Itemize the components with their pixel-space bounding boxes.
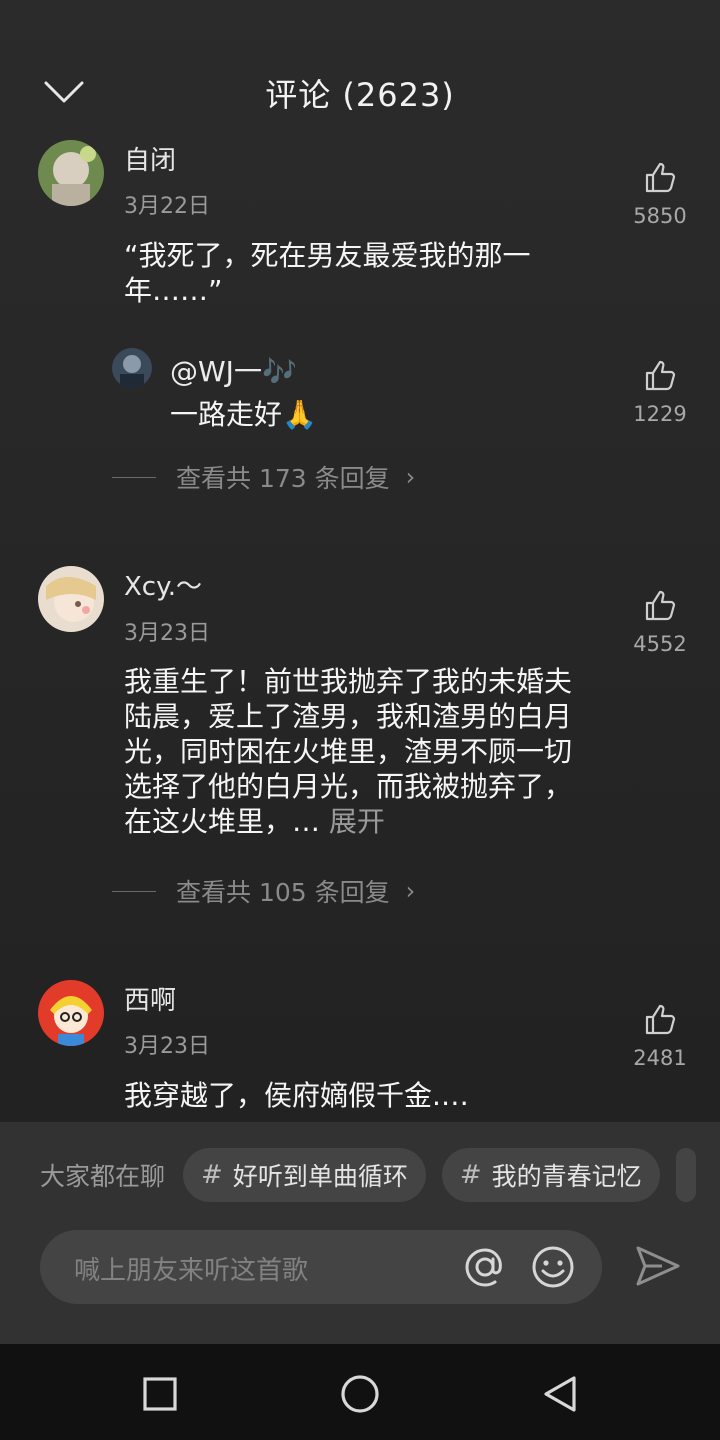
hashtag-icon: # [459, 1160, 482, 1190]
like-count: 5850 [633, 204, 687, 228]
comment-input-panel: 大家都在聊 # 好听到单曲循环 # 我的青春记忆 喊上朋友来听这首歌 [0, 1122, 720, 1344]
header: 评论 (2623) [0, 0, 720, 130]
send-icon[interactable] [632, 1240, 684, 1292]
comment-content[interactable]: 我穿越了，侯府嫡假千金.… [124, 1078, 594, 1113]
hashtag-icon: # [201, 1160, 223, 1190]
reply-avatar[interactable] [112, 348, 152, 388]
like-count: 2481 [633, 1046, 687, 1070]
like-count: 1229 [633, 402, 687, 426]
topics-label: 大家都在聊 [40, 1162, 166, 1191]
thumbs-up-icon [645, 590, 676, 621]
reply-username[interactable]: @WJ一🎶 [170, 350, 297, 390]
like-button[interactable]: 2481 [615, 1002, 705, 1070]
comment-input-placeholder: 喊上朋友来听这首歌 [74, 1256, 309, 1286]
comment-content[interactable]: 我重生了！前世我抛弃了我的未婚夫陆晨，爱上了渣男，我和渣男的白月光，同时困在火堆… [124, 664, 594, 839]
divider [112, 476, 156, 478]
view-replies-label: 查看共 105 条回复 [176, 878, 390, 907]
comment-username[interactable]: 自闭 [124, 140, 176, 177]
divider [112, 890, 156, 892]
circle-icon[interactable] [338, 1372, 382, 1416]
topic-chip-label: 我的青春记忆 [491, 1162, 642, 1191]
comment-date: 3月23日 [124, 1034, 210, 1059]
chevron-right-icon: › [405, 463, 416, 491]
topic-bar: 大家都在聊 # 好听到单曲循环 # 我的青春记忆 [0, 1148, 720, 1202]
view-replies-label: 查看共 173 条回复 [176, 464, 390, 493]
comment-content[interactable]: “我死了，死在男友最爱我的那一年……” [124, 238, 584, 308]
reply-content[interactable]: 一路走好🙏 [170, 397, 317, 432]
like-count: 4552 [633, 632, 687, 656]
topic-chip[interactable]: # 好听到单曲循环 [183, 1148, 426, 1202]
topic-chip-partial[interactable] [675, 1148, 696, 1202]
at-sign-icon[interactable] [462, 1244, 508, 1290]
avatar[interactable] [38, 980, 104, 1046]
comment-input[interactable]: 喊上朋友来听这首歌 [40, 1230, 602, 1304]
comment-username[interactable]: 西啊 [124, 980, 176, 1017]
topic-chip[interactable]: # 我的青春记忆 [441, 1148, 660, 1202]
thumbs-up-icon [645, 360, 676, 391]
topic-chip-label: 好听到单曲循环 [232, 1162, 408, 1191]
square-icon[interactable] [138, 1372, 182, 1416]
smiley-icon[interactable] [530, 1244, 576, 1290]
view-replies-link[interactable]: 查看共 173 条回复 › [112, 459, 415, 495]
system-navigation-bar [0, 1344, 720, 1440]
comment-date: 3月22日 [124, 194, 210, 219]
avatar[interactable] [38, 140, 104, 206]
thumbs-up-icon [645, 162, 676, 193]
like-button[interactable]: 4552 [615, 588, 705, 656]
expand-link[interactable]: 展开 [329, 805, 385, 838]
comment-username[interactable]: Xcy.～ [124, 566, 202, 603]
chevron-right-icon: › [405, 877, 416, 905]
page-title: 评论 (2623) [265, 76, 455, 114]
comment-date: 3月23日 [124, 621, 210, 646]
like-button[interactable]: 5850 [615, 160, 705, 228]
thumbs-up-icon [645, 1004, 676, 1035]
reply-like-button[interactable]: 1229 [615, 358, 705, 426]
view-replies-link[interactable]: 查看共 105 条回复 › [112, 873, 415, 909]
avatar[interactable] [38, 566, 104, 632]
triangle-back-icon[interactable] [538, 1372, 582, 1416]
